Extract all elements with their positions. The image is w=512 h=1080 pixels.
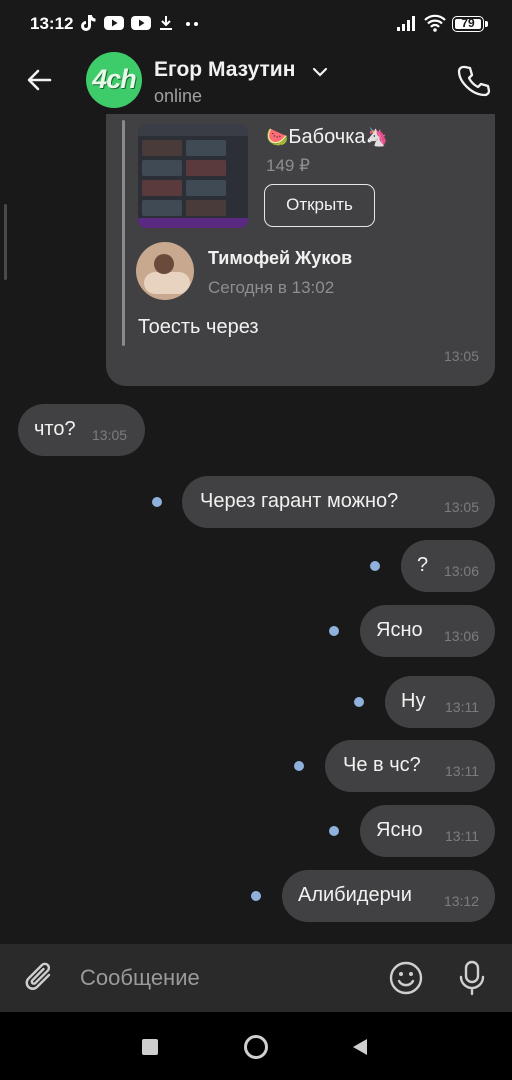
battery-icon: 79 — [452, 16, 488, 32]
author-time: Сегодня в 13:02 — [208, 278, 335, 297]
watermelon-emoji: 🍉 — [266, 127, 289, 147]
message-bubble[interactable]: Через гарант можно? 13:05 — [182, 476, 495, 528]
message-time: 13:11 — [445, 763, 479, 779]
forward-line — [122, 120, 125, 346]
unicorn-emoji: 🦄 — [365, 127, 388, 147]
message-time: 13:11 — [445, 828, 479, 844]
product-title-text: Бабочка — [288, 126, 366, 148]
unread-indicator — [329, 626, 339, 636]
author-name[interactable]: Тимофей Жуков — [208, 248, 352, 269]
message-bubble[interactable]: что? 13:05 — [18, 404, 145, 456]
message-list[interactable]: 🍉Бабочка🦄 149 ₽ Открыть Тимофей Жуков Се… — [0, 114, 512, 944]
youtube-icon — [131, 16, 151, 30]
message-text: ? — [417, 554, 429, 576]
message-text: Алибидерчи — [298, 884, 412, 906]
product-title: 🍉Бабочка🦄 — [266, 126, 388, 149]
message-time: 13:11 — [445, 699, 479, 715]
contact-status: online — [154, 86, 203, 106]
status-bar: 13:12 79 — [0, 0, 512, 48]
message-time: 13:12 — [443, 893, 479, 909]
paperclip-icon[interactable] — [22, 958, 58, 998]
nav-back-button[interactable] — [350, 1037, 370, 1057]
message-text: что? — [34, 418, 76, 440]
recents-button[interactable] — [142, 1039, 158, 1055]
open-button[interactable]: Открыть — [264, 184, 375, 227]
chat-header: 4ch Егор Мазутин online — [0, 48, 512, 114]
tiktok-icon — [81, 15, 96, 31]
message-input[interactable] — [72, 958, 372, 998]
product-image[interactable] — [138, 124, 248, 228]
download-icon — [160, 16, 172, 30]
system-nav-bar — [0, 1012, 512, 1080]
message-bubble[interactable]: Ясно 13:11 — [360, 805, 495, 857]
unread-indicator — [370, 561, 380, 571]
product-price: 149 ₽ — [266, 156, 310, 175]
scrollbar[interactable] — [4, 204, 7, 280]
composer-bar — [0, 944, 512, 1012]
unread-indicator — [329, 826, 339, 836]
phone-icon[interactable] — [456, 62, 492, 98]
message-time: 13:06 — [443, 563, 479, 579]
home-button[interactable] — [243, 1034, 269, 1060]
message-text: Ну — [401, 690, 426, 712]
smile-icon[interactable] — [388, 960, 424, 996]
microphone-icon[interactable] — [454, 958, 490, 998]
wifi-icon — [424, 14, 446, 32]
contact-name[interactable]: Егор Мазутин — [154, 58, 295, 82]
youtube-icon — [104, 16, 124, 30]
message-time: 13:05 — [443, 499, 479, 515]
unread-indicator — [251, 891, 261, 901]
more-dots-icon — [186, 22, 198, 26]
message-bubble[interactable]: Ясно 13:06 — [360, 605, 495, 657]
unread-indicator — [152, 497, 162, 507]
message-time: 13:05 — [443, 348, 479, 364]
signal-icon — [397, 16, 415, 31]
battery-level: 79 — [461, 16, 475, 30]
message-bubble[interactable]: Ну 13:11 — [385, 676, 495, 728]
unread-indicator — [294, 761, 304, 771]
back-arrow-icon[interactable] — [24, 64, 56, 96]
contact-avatar[interactable]: 4ch — [86, 52, 142, 108]
unread-indicator — [354, 697, 364, 707]
chevron-down-icon[interactable] — [312, 66, 328, 78]
forwarded-text: Тоесть через — [138, 316, 259, 338]
message-text: Ясно — [376, 619, 423, 641]
message-time: 13:06 — [443, 628, 479, 644]
avatar-text: 4ch — [92, 64, 137, 94]
message-text: Че в чс? — [343, 754, 421, 776]
message-time: 13:05 — [92, 427, 128, 443]
forwarded-message-bubble[interactable]: 🍉Бабочка🦄 149 ₽ Открыть Тимофей Жуков Се… — [106, 114, 495, 386]
message-bubble[interactable]: Че в чс? 13:11 — [325, 740, 495, 792]
message-text: Через гарант можно? — [200, 490, 399, 512]
message-text: Ясно — [376, 819, 423, 841]
message-bubble[interactable]: ? 13:06 — [401, 540, 495, 592]
status-time: 13:12 — [30, 14, 74, 33]
author-avatar[interactable] — [136, 242, 194, 300]
message-bubble[interactable]: Алибидерчи 13:12 — [282, 870, 495, 922]
